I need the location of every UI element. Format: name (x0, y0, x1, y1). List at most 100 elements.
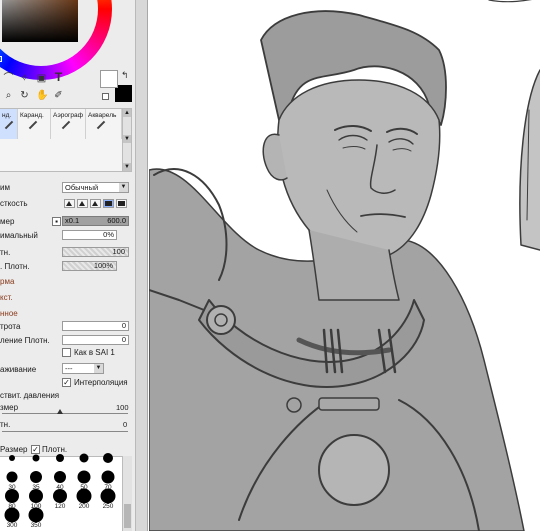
primary-color-swatch[interactable] (100, 70, 118, 88)
drawing-canvas[interactable] (149, 0, 540, 531)
brush-size-dot (4, 507, 20, 523)
min-size-field[interactable]: 0% (62, 230, 117, 240)
brush-size-value: 120 (54, 503, 66, 510)
brush-slot-pencil[interactable]: Каранд. (18, 109, 51, 139)
reset-colors-icon[interactable] (102, 93, 109, 100)
chevron-down-icon: ▼ (94, 364, 103, 373)
rotate-icon[interactable]: ↻ (19, 90, 30, 101)
section-advanced[interactable]: нное (0, 309, 18, 318)
color-wheel-marker[interactable] (0, 56, 2, 62)
scroll-up-icon[interactable]: ▲ (123, 109, 131, 117)
brush-size-preset[interactable]: 300 (0, 506, 24, 531)
brush-size-value: 250 (102, 503, 114, 510)
swap-colors-icon[interactable]: ↰ (121, 70, 129, 81)
smoothing-select[interactable]: --- ▼ (62, 363, 104, 374)
size-label: мер (0, 217, 15, 226)
pen-density-value: 100% (93, 261, 113, 270)
size-slider[interactable]: x0.1 600.0 (62, 216, 129, 226)
scroll-down-icon[interactable]: ▼ (123, 163, 131, 171)
eyedropper-icon[interactable]: ✐ (53, 90, 64, 101)
sharpness-value: 0 (121, 321, 126, 330)
pen-icon (4, 120, 14, 130)
interpolation-checkbox[interactable]: ✓ (62, 378, 71, 387)
brush-size-preset[interactable]: 120 (48, 487, 72, 512)
brush-size-dot (100, 488, 116, 504)
blend-density-field[interactable]: 0 (62, 335, 129, 345)
brush-size-dot (77, 470, 91, 484)
blend-mode-label: им (0, 183, 10, 192)
sketch-artwork (149, 0, 540, 531)
lasso-icon[interactable]: ⌒ (3, 73, 14, 84)
brush-size-preset-grid: 30 35 40 50 70 80 100 120 200 250 300 350 (0, 453, 122, 531)
brush-tool-grid: нд. Каранд. Аэрограф Акварель (0, 108, 122, 172)
size-dropdown-toggle[interactable]: ▪ (52, 217, 61, 226)
color-saturation-square[interactable] (2, 0, 78, 42)
brush-size-dot (54, 471, 66, 483)
panel-splitter[interactable] (136, 0, 148, 531)
density-slider[interactable]: 100 (62, 247, 129, 257)
brush-slot-label: Акварель (88, 112, 117, 119)
brush-size-dot (79, 453, 89, 463)
pressure-size-track[interactable] (2, 413, 128, 414)
scroll-down-icon[interactable]: ▼ (123, 135, 131, 143)
sharpness-field[interactable]: 0 (62, 321, 129, 331)
brush-size-dot (101, 470, 115, 484)
brush-size-dot (5, 489, 19, 503)
blend-mode-row: им Обычный ▼ (0, 182, 135, 194)
brush-slot-watercolor[interactable]: Акварель (86, 109, 122, 139)
brush-size-dot (53, 489, 67, 503)
watercolor-icon (96, 120, 106, 130)
pen-density-slider[interactable]: 100% (62, 261, 117, 271)
airbrush-icon (61, 120, 71, 130)
pressure-size-handle[interactable] (57, 409, 63, 414)
pressure-density-label: тн. (0, 420, 11, 429)
brush-size-scrollbar[interactable] (122, 456, 132, 531)
pressure-size-value: 100 (116, 403, 129, 412)
hardness-option-3[interactable] (90, 199, 101, 208)
size-value: 600.0 (107, 216, 126, 225)
brush-size-dot (103, 453, 113, 463)
smoothing-value: --- (65, 364, 73, 373)
magic-wand-icon[interactable]: ✧ (19, 73, 30, 84)
pressure-density-track[interactable] (2, 431, 128, 432)
blend-mode-value: Обычный (65, 183, 99, 192)
hand-icon[interactable]: ✋ (36, 90, 48, 101)
size-multiplier: x0.1 (65, 216, 80, 225)
pencil-icon (28, 120, 38, 130)
brush-slot-label: нд. (2, 112, 12, 119)
blend-density-value: 0 (121, 335, 126, 344)
interpolation-label: Интерполяция (74, 378, 128, 387)
density-value: 100 (112, 247, 125, 256)
section-texture[interactable]: кст. (0, 293, 13, 302)
hardness-label: сткость (0, 199, 28, 208)
brush-size-preset[interactable]: 200 (72, 487, 96, 512)
brush-size-preset[interactable]: 350 (24, 506, 48, 531)
hardness-option-5[interactable] (116, 199, 127, 208)
brush-size-dot (9, 455, 15, 461)
sai1-checkbox[interactable] (62, 348, 71, 357)
density-label: тн. (0, 248, 11, 257)
brush-size-dot (28, 507, 44, 523)
fill-bucket-icon[interactable]: ▣ (36, 73, 47, 84)
hardness-option-1[interactable] (64, 199, 75, 208)
hardness-option-2[interactable] (77, 199, 88, 208)
sai1-label: Как в SAI 1 (74, 348, 115, 357)
scroll-thumb[interactable] (124, 504, 131, 528)
brush-size-dot (29, 489, 43, 503)
brush-slot-pen[interactable]: нд. (0, 109, 18, 139)
zoom-icon[interactable]: ⌕ (3, 90, 14, 101)
blend-density-label: ление Плотн. (0, 336, 50, 345)
section-shape[interactable]: рма (0, 277, 14, 286)
blend-mode-select[interactable]: Обычный ▼ (62, 182, 129, 193)
pen-density-label: . Плотн. (0, 262, 30, 271)
brush-size-dot (32, 454, 40, 462)
tool-panel: ⌒ ✧ ▣ T ⌕ ↻ ✋ ✐ ↰ нд. Каранд. Аэрограф А… (0, 0, 136, 531)
hardness-option-4[interactable] (103, 199, 114, 208)
pressure-density-value: 0 (123, 420, 128, 429)
brush-size-value: 350 (30, 522, 42, 529)
brush-grid-scrollbar[interactable]: ▲ ▼ ▼ (122, 108, 132, 172)
brush-slot-airbrush[interactable]: Аэрограф (51, 109, 86, 139)
text-tool-icon[interactable]: T (53, 71, 64, 83)
pressure-label: ствит. давления (0, 391, 60, 400)
brush-size-preset[interactable]: 250 (96, 487, 120, 512)
